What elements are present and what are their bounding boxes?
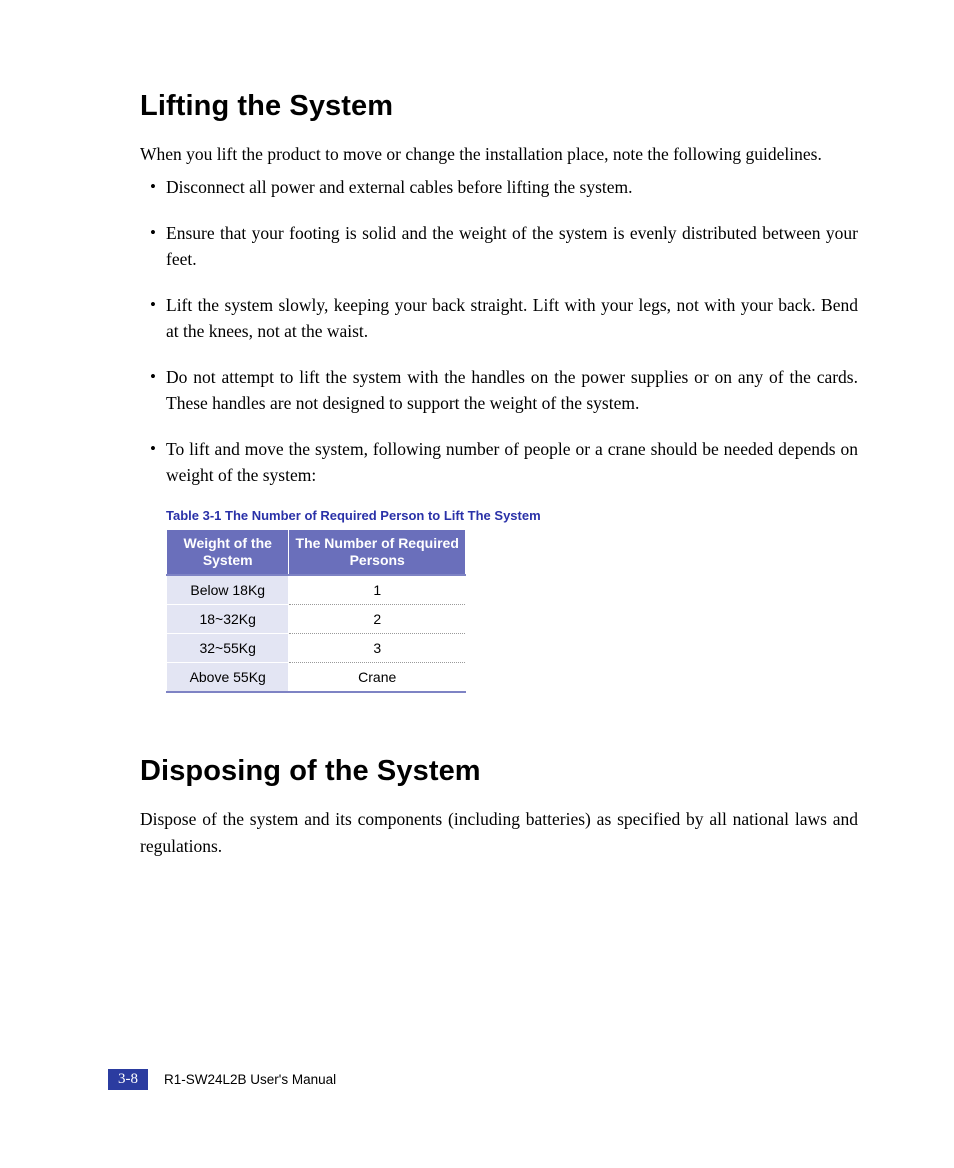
cell-weight: 32~55Kg <box>167 634 289 663</box>
table-header-weight: Weight of the System <box>167 530 289 576</box>
section-heading-disposing: Disposing of the System <box>140 755 858 788</box>
cell-weight: Above 55Kg <box>167 663 289 693</box>
section-heading-lifting: Lifting the System <box>140 90 858 123</box>
list-item: Ensure that your footing is solid and th… <box>140 220 858 272</box>
page-number: 3-8 <box>108 1069 148 1090</box>
list-item: To lift and move the system, following n… <box>140 436 858 488</box>
cell-weight: 18~32Kg <box>167 605 289 634</box>
cell-number: 2 <box>289 605 466 634</box>
table-row: 32~55Kg 3 <box>167 634 466 663</box>
required-persons-table: Weight of the System The Number of Requi… <box>166 529 466 693</box>
table-row: Below 18Kg 1 <box>167 575 466 605</box>
list-item: Do not attempt to lift the system with t… <box>140 364 858 416</box>
table-header-persons: The Number of Required Persons <box>289 530 466 576</box>
cell-number: 1 <box>289 575 466 605</box>
list-item: Lift the system slowly, keeping your bac… <box>140 292 858 344</box>
guideline-list: Disconnect all power and external cables… <box>140 174 858 488</box>
table-block: Table 3-1 The Number of Required Person … <box>166 508 858 693</box>
page-content: Lifting the System When you lift the pro… <box>140 90 858 862</box>
table-caption: Table 3-1 The Number of Required Person … <box>166 508 858 523</box>
manual-title: R1-SW24L2B User's Manual <box>164 1072 336 1087</box>
cell-number: 3 <box>289 634 466 663</box>
disposing-paragraph: Dispose of the system and its components… <box>140 806 858 860</box>
list-item: Disconnect all power and external cables… <box>140 174 858 200</box>
page-footer: 3-8 R1-SW24L2B User's Manual <box>108 1069 336 1090</box>
intro-paragraph: When you lift the product to move or cha… <box>140 141 858 168</box>
cell-weight: Below 18Kg <box>167 575 289 605</box>
table-row: Above 55Kg Crane <box>167 663 466 693</box>
cell-number: Crane <box>289 663 466 693</box>
table-row: 18~32Kg 2 <box>167 605 466 634</box>
